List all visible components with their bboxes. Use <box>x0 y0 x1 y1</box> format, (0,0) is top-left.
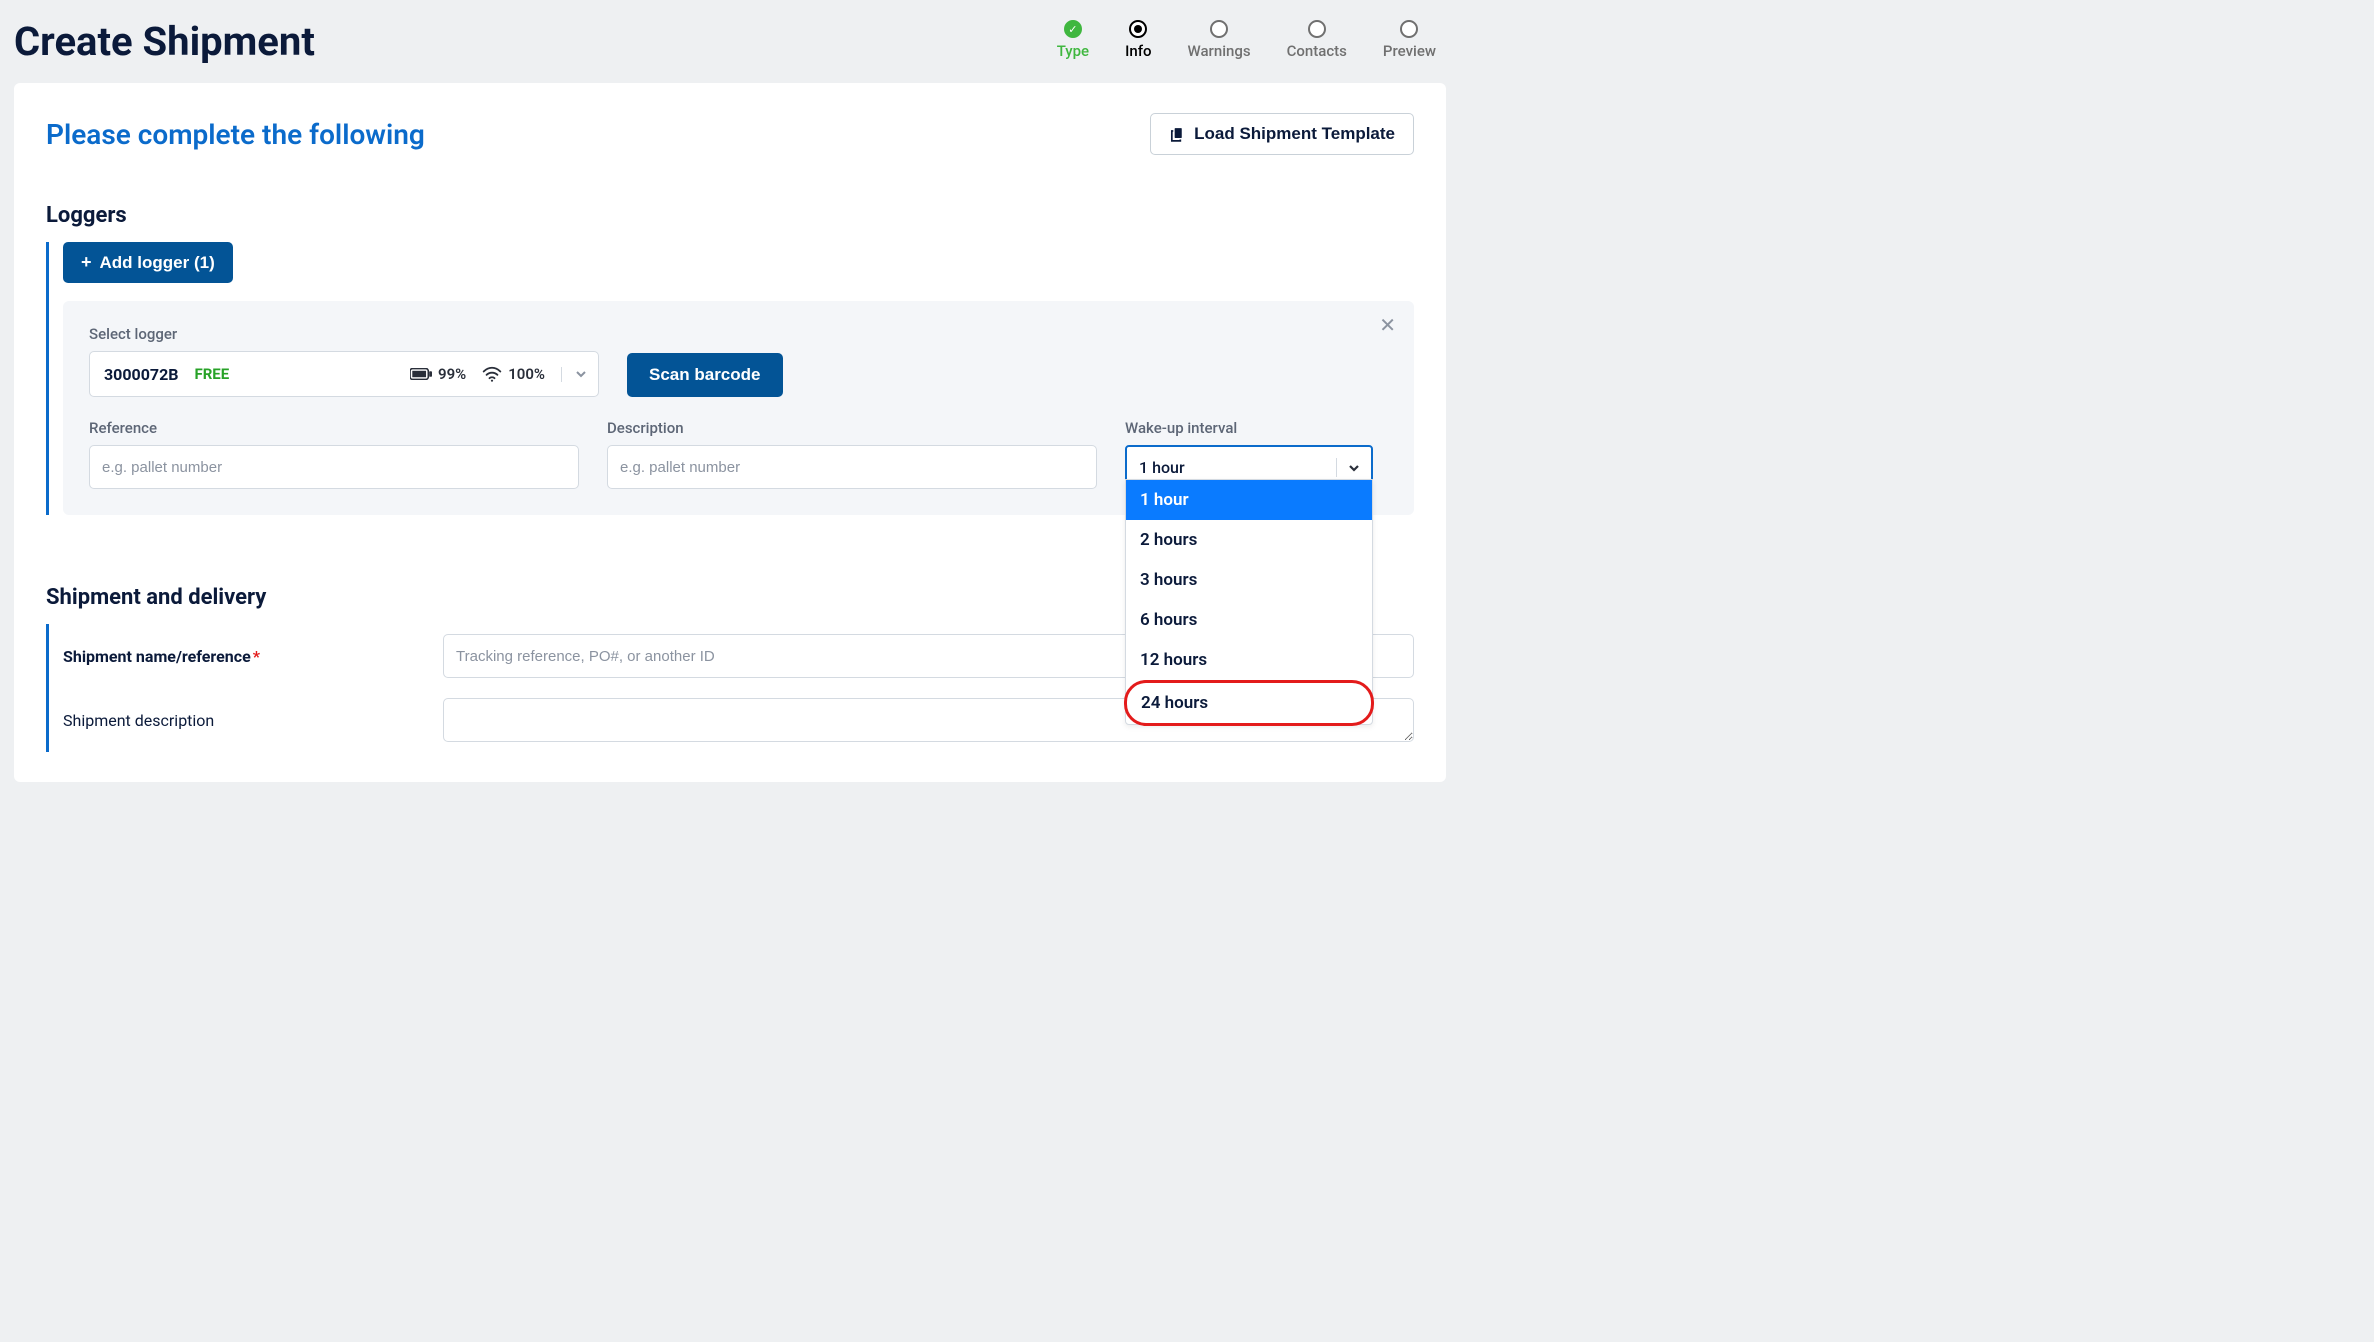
wakeup-option-6-hours[interactable]: 6 hours <box>1126 600 1372 640</box>
load-template-label: Load Shipment Template <box>1194 124 1395 144</box>
battery-status: 99% <box>410 365 466 383</box>
add-logger-label: Add logger (1) <box>100 253 215 273</box>
clipboard-icon <box>1169 126 1186 143</box>
logger-selector[interactable]: 3000072B FREE 99% <box>89 351 599 397</box>
scan-barcode-label: Scan barcode <box>649 365 761 384</box>
wifi-icon <box>482 366 502 382</box>
battery-percent: 99% <box>438 365 466 383</box>
wakeup-selected-value: 1 hour <box>1139 458 1185 477</box>
plus-icon: + <box>81 252 92 273</box>
circle-icon <box>1210 20 1228 38</box>
scan-barcode-button[interactable]: Scan barcode <box>627 353 783 397</box>
reference-label: Reference <box>89 419 579 437</box>
wakeup-option-24-hours[interactable]: 24 hours <box>1124 680 1374 726</box>
close-button[interactable]: ✕ <box>1379 313 1396 338</box>
shipment-name-label: Shipment name/reference* <box>63 647 435 666</box>
step-label: Contacts <box>1287 42 1347 60</box>
step-label: Type <box>1057 42 1089 60</box>
step-info[interactable]: Info <box>1125 20 1151 60</box>
step-label: Warnings <box>1188 42 1251 60</box>
wakeup-dropdown: 1 hour 2 hours 3 hours 6 hours 12 hours … <box>1125 479 1373 725</box>
step-label: Info <box>1125 42 1151 60</box>
wakeup-interval-label: Wake-up interval <box>1125 419 1373 437</box>
circle-icon <box>1308 20 1326 38</box>
wakeup-option-12-hours[interactable]: 12 hours <box>1126 640 1372 680</box>
page-title: Create Shipment <box>14 18 315 65</box>
load-template-button[interactable]: Load Shipment Template <box>1150 113 1414 155</box>
check-circle-icon: ✓ <box>1064 20 1082 38</box>
wakeup-option-1-hour[interactable]: 1 hour <box>1126 480 1372 520</box>
logger-id-value: 3000072B <box>104 365 178 384</box>
select-logger-label: Select logger <box>89 325 599 343</box>
step-warnings[interactable]: Warnings <box>1188 20 1251 60</box>
radio-filled-icon <box>1129 20 1147 38</box>
wizard-steps: ✓ Type Info Warnings Contacts Preview <box>1057 18 1446 60</box>
signal-percent: 100% <box>508 365 545 383</box>
chevron-down-icon <box>561 367 588 382</box>
wakeup-option-3-hours[interactable]: 3 hours <box>1126 560 1372 600</box>
signal-status: 100% <box>482 365 545 383</box>
loggers-section-title: Loggers <box>46 203 1414 228</box>
description-label: Description <box>607 419 1097 437</box>
logger-status-badge: FREE <box>194 365 229 383</box>
main-card: Please complete the following Load Shipm… <box>14 83 1446 782</box>
add-logger-button[interactable]: + Add logger (1) <box>63 242 233 283</box>
battery-icon <box>410 368 432 380</box>
step-contacts[interactable]: Contacts <box>1287 20 1347 60</box>
wakeup-option-2-hours[interactable]: 2 hours <box>1126 520 1372 560</box>
description-input[interactable] <box>607 445 1097 489</box>
shipment-name-label-text: Shipment name/reference <box>63 647 251 666</box>
card-title: Please complete the following <box>46 118 425 151</box>
required-asterisk: * <box>251 647 260 666</box>
chevron-down-icon <box>1336 458 1361 477</box>
shipment-description-label: Shipment description <box>63 711 435 730</box>
step-label: Preview <box>1383 42 1436 60</box>
reference-input[interactable] <box>89 445 579 489</box>
circle-icon <box>1400 20 1418 38</box>
step-preview[interactable]: Preview <box>1383 20 1436 60</box>
close-icon: ✕ <box>1379 315 1396 337</box>
logger-panel: ✕ Select logger 3000072B FREE <box>63 301 1414 515</box>
step-type[interactable]: ✓ Type <box>1057 20 1089 60</box>
